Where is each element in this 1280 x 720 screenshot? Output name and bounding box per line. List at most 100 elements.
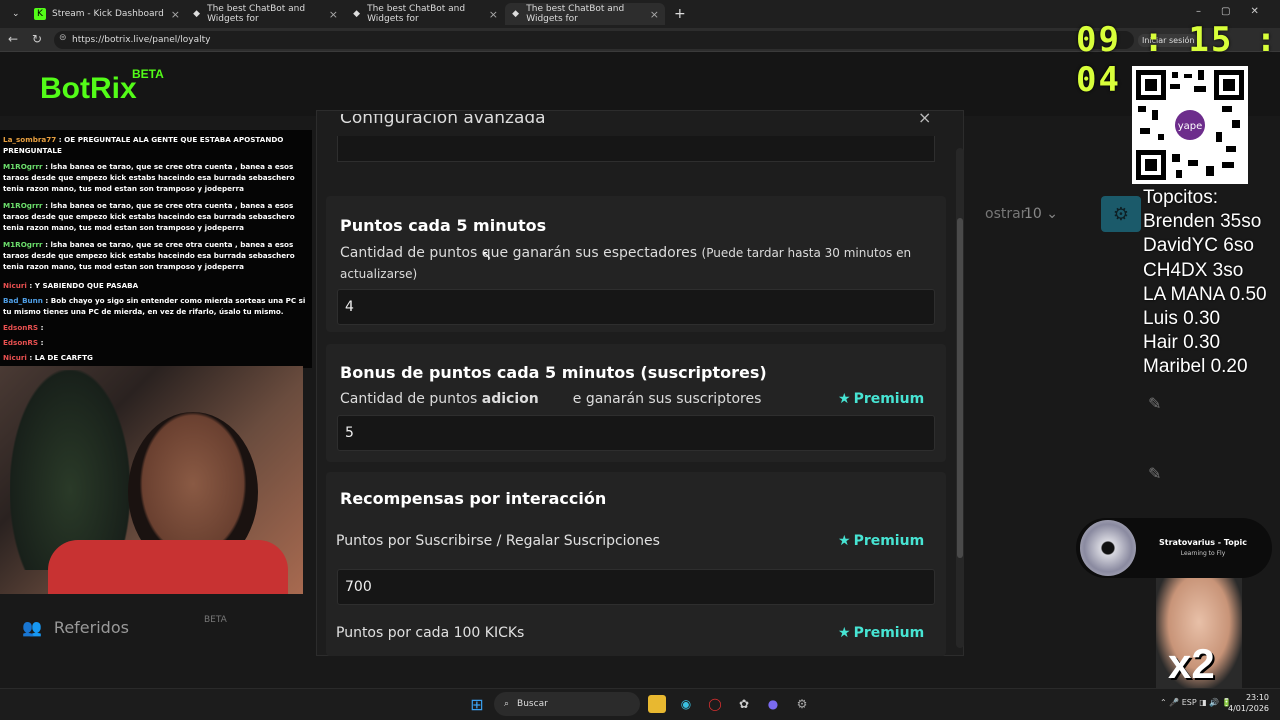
- file-explorer-icon[interactable]: [648, 695, 666, 713]
- webcam-shirt: [48, 540, 288, 594]
- bonus-value: 5: [345, 425, 354, 441]
- close-icon[interactable]: ×: [918, 108, 931, 127]
- settings-icon[interactable]: ⚙: [793, 695, 811, 713]
- botrix-logo[interactable]: BotRix: [40, 72, 137, 106]
- close-icon[interactable]: ×: [489, 8, 498, 21]
- edit-icon[interactable]: ✎: [1148, 464, 1161, 483]
- edit-icon[interactable]: ✎: [1148, 394, 1161, 413]
- premium-badge[interactable]: ★ Premium: [838, 533, 924, 549]
- reload-icon[interactable]: ↻: [32, 32, 42, 46]
- plus-icon: +: [674, 6, 686, 22]
- premium-label: Premium: [853, 391, 925, 407]
- settings-button[interactable]: ⚙: [1101, 196, 1141, 232]
- chat-text: : Y SABIENDO QUE PASABA: [29, 281, 139, 290]
- top-donor-item: Luis 0.30: [1143, 308, 1221, 330]
- chat-text: : lsha banea oe tarao, que se cree otra …: [3, 201, 295, 232]
- chat-user: Bad_Bunn: [3, 296, 43, 305]
- rewards-heading: Recompensas por interacción: [340, 489, 607, 508]
- tab-list-button[interactable]: ⌄: [6, 3, 24, 25]
- points-description: Cantidad de puntos que ganarán sus espec…: [340, 243, 920, 285]
- sub-points-value: 700: [345, 579, 372, 595]
- chat-text: :: [40, 338, 44, 347]
- chat-user: M1ROgrrr: [3, 162, 43, 171]
- discord-icon[interactable]: ●: [764, 695, 782, 713]
- premium-badge[interactable]: ★ Premium: [838, 391, 924, 407]
- page-size-select[interactable]: 10 ⌄: [1024, 206, 1058, 222]
- bonus-heading: Bonus de puntos cada 5 minutos (suscript…: [340, 363, 767, 382]
- chat-user: La_sombra77: [3, 135, 57, 144]
- url-input[interactable]: ⊜ https://botrix.live/panel/loyalty: [54, 31, 1134, 49]
- chat-user: Nicuri: [3, 353, 27, 362]
- taskbar-search-label: Buscar: [517, 699, 548, 709]
- windows-start-icon[interactable]: ⊞: [468, 695, 486, 714]
- bonus-input[interactable]: 5: [337, 415, 935, 451]
- top-donor-item: CH4DX 3so: [1143, 259, 1244, 281]
- sidebar-item-referidos[interactable]: 👥 Referidos: [22, 618, 129, 637]
- date-label: 4/01/2026: [1228, 704, 1270, 713]
- chat-message: Nicuri : LA DE CARFTG: [3, 352, 309, 363]
- site-info-icon[interactable]: ⊜: [59, 33, 67, 43]
- system-tray[interactable]: ⌃ 🎤 ESP ◨ 🔊 🔋: [1160, 698, 1232, 707]
- bonus-desc-bold: adicion: [481, 391, 539, 407]
- sub-points-label: Puntos por Suscribirse / Regalar Suscrip…: [336, 533, 660, 549]
- chat-user: Nicuri: [3, 281, 27, 290]
- back-icon[interactable]: ←: [8, 32, 18, 46]
- top-donor-item: Hair 0.30: [1143, 332, 1221, 354]
- botrix-icon: ◆: [353, 9, 361, 19]
- tab-botrix-2[interactable]: ◆ The best ChatBot and Widgets for ×: [346, 3, 504, 25]
- top-donors-overlay: Topcitos: Brenden 35so DavidYC 6so CH4DX…: [1143, 186, 1267, 380]
- chat-text: :: [40, 323, 44, 332]
- chat-message: M1ROgrrr : lsha banea oe tarao, que se c…: [3, 161, 309, 194]
- tab-botrix-active[interactable]: ◆ The best ChatBot and Widgets for ×: [505, 3, 665, 25]
- chat-message: La_sombra77 : OE PREGUNTALE ALA GENTE QU…: [3, 134, 309, 156]
- premium-badge[interactable]: ★ Premium: [838, 625, 924, 641]
- points-description-text: Cantidad de puntos que ganarán sus espec…: [340, 245, 698, 261]
- top-donor-item: Brenden 35so: [1143, 211, 1262, 233]
- chat-user: M1ROgrrr: [3, 240, 43, 249]
- kicks-points-label: Puntos por cada 100 KICKs: [336, 625, 525, 641]
- botrix-icon: ◆: [193, 9, 201, 19]
- chat-text: : lsha banea oe tarao, que se cree otra …: [3, 162, 295, 193]
- gear-icon: ⚙: [1112, 203, 1130, 225]
- taskbar-search[interactable]: ⌕ Buscar: [494, 692, 640, 716]
- yape-label: yape: [1178, 121, 1203, 132]
- edge-icon[interactable]: ◉: [677, 695, 695, 713]
- sub-points-input[interactable]: 700: [337, 569, 935, 605]
- time-label: 23:10: [1245, 693, 1270, 702]
- users-icon: 👥: [22, 618, 42, 637]
- points-value: 4: [345, 299, 354, 315]
- chat-message: M1ROgrrr : lsha banea oe tarao, que se c…: [3, 239, 309, 272]
- window-controls[interactable]: –▢✕: [1196, 6, 1279, 17]
- opera-icon[interactable]: ◯: [706, 695, 724, 713]
- close-icon[interactable]: ×: [650, 8, 659, 21]
- points-input[interactable]: 4: [337, 289, 935, 325]
- chat-user: EdsonRS: [3, 338, 39, 347]
- tab-label: The best ChatBot and Widgets for: [207, 4, 306, 24]
- tab-label: The best ChatBot and Widgets for: [526, 4, 625, 24]
- tab-botrix-1[interactable]: ◆ The best ChatBot and Widgets for ×: [186, 3, 344, 25]
- taskbar-clock[interactable]: 23:10 4/01/2026: [1228, 692, 1269, 714]
- chat-message: Nicuri : Y SABIENDO QUE PASABA: [3, 280, 309, 291]
- album-art: [1080, 520, 1136, 576]
- points-name-input[interactable]: [337, 136, 935, 162]
- song-title: Learning to Fly: [1180, 550, 1226, 557]
- tab-kick-dashboard[interactable]: K Stream - Kick Dashboard ×: [28, 3, 186, 25]
- star-icon: ★: [838, 391, 851, 407]
- chevron-up-icon: ⌃: [1160, 698, 1167, 707]
- beta-badge: BETA: [204, 615, 227, 625]
- scrollbar-thumb[interactable]: [957, 218, 963, 558]
- points-heading: Puntos cada 5 minutos: [340, 216, 547, 235]
- app-icon[interactable]: ✿: [735, 695, 753, 713]
- top-donors-title: Topcitos:: [1143, 187, 1218, 208]
- language-indicator: ESP: [1181, 698, 1197, 707]
- chat-text: : Bob chayo yo sigo sin entender como mi…: [3, 296, 306, 316]
- tab-label: Stream - Kick Dashboard: [52, 9, 164, 19]
- close-icon[interactable]: ×: [329, 8, 338, 21]
- star-icon: ★: [838, 625, 851, 641]
- url-text: https://botrix.live/panel/loyalty: [72, 35, 211, 45]
- chat-message: M1ROgrrr : lsha banea oe tarao, que se c…: [3, 200, 309, 233]
- new-tab-button[interactable]: +: [668, 3, 688, 25]
- taskbar: [0, 688, 1280, 720]
- close-icon[interactable]: ×: [171, 8, 180, 21]
- star-icon: ★: [838, 533, 851, 549]
